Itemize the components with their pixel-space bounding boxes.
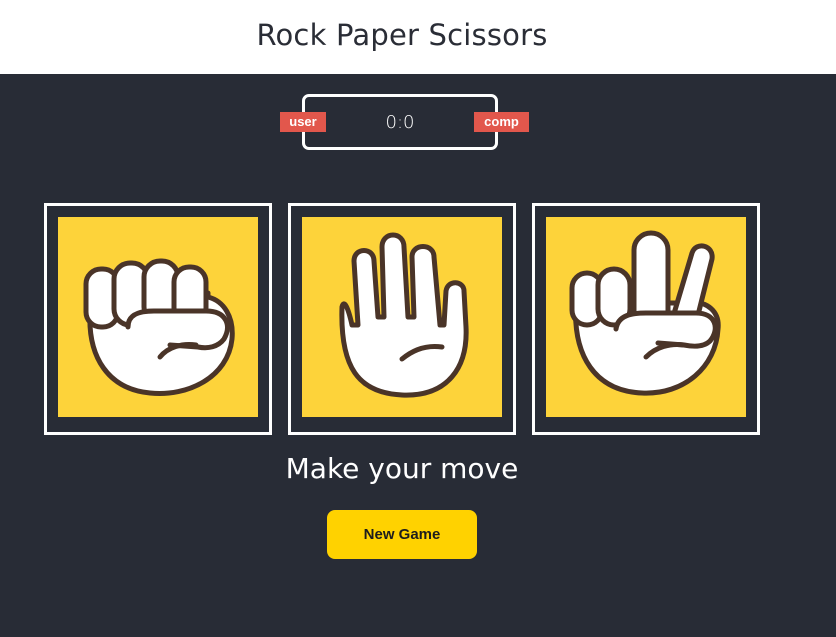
scoreboard: 0:0 [302,94,498,150]
rock-tile [58,217,258,417]
open-hand-icon [339,232,469,398]
paper-tile [302,217,502,417]
page-title: Rock Paper Scissors [256,18,548,52]
new-game-button[interactable]: New Game [327,510,477,559]
header-bar: Rock Paper Scissors [0,0,836,74]
peace-hand-icon [569,230,721,396]
rock-choice-button[interactable] [44,203,272,435]
comp-badge: comp [474,112,529,132]
scissors-tile [546,217,746,417]
score-display: 0:0 [385,111,415,133]
user-badge: user [280,112,326,132]
status-message: Make your move [285,452,519,485]
fist-hand-icon [83,258,235,397]
paper-choice-button[interactable] [288,203,516,435]
scissors-choice-button[interactable] [532,203,760,435]
